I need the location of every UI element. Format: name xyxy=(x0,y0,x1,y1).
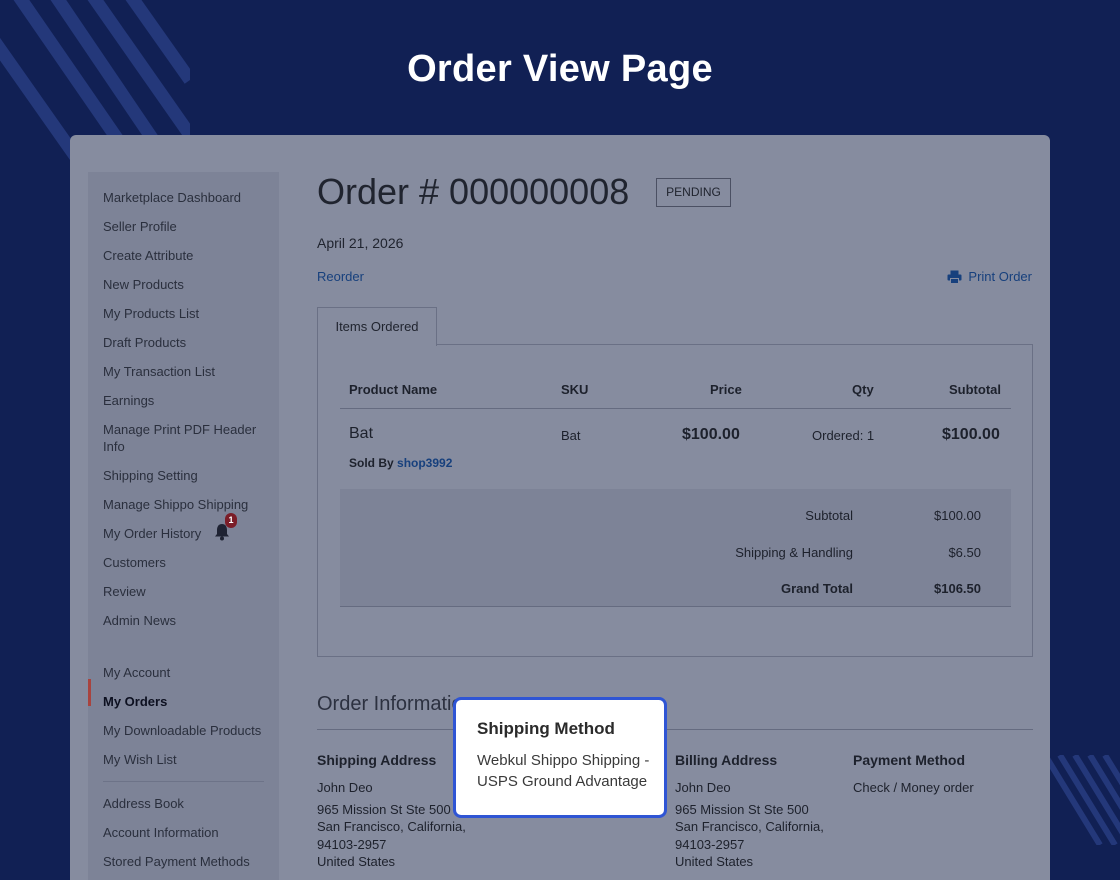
address-line: John Deo xyxy=(675,780,731,795)
address-line: 94103-2957 xyxy=(675,836,745,852)
shipping-handling-label: Shipping & Handling xyxy=(735,545,853,560)
sidebar-item-label: My Order History xyxy=(103,526,202,541)
billing-address-heading: Billing Address xyxy=(675,752,778,768)
product-sku: Bat xyxy=(561,428,581,443)
subtotal-value: $100.00 xyxy=(934,508,981,523)
sidebar-item-my-account[interactable]: My Account xyxy=(103,664,273,681)
status-badge: PENDING xyxy=(656,178,731,207)
product-price: $100.00 xyxy=(682,426,740,443)
sidebar-item-manage-shippo-shipping[interactable]: Manage Shippo Shipping xyxy=(103,496,273,513)
sidebar-item-seller-profile[interactable]: Seller Profile xyxy=(103,218,273,235)
address-line: United States xyxy=(317,854,396,869)
address-line: 965 Mission St Ste 500 xyxy=(317,801,451,817)
shipping-address: John Deo 965 Mission St Ste 500 San Fran… xyxy=(317,779,466,871)
banner-title: Order View Page xyxy=(407,48,713,90)
order-main: Order # 000000008 PENDING April 21, 2026… xyxy=(317,135,1037,880)
sidebar-item-customers[interactable]: Customers xyxy=(103,554,273,571)
sidebar-item-draft-products[interactable]: Draft Products xyxy=(103,334,273,351)
section-divider xyxy=(317,729,1033,730)
notification-badge: 1 xyxy=(225,513,237,528)
order-totals: Subtotal $100.00 Shipping & Handling $6.… xyxy=(340,489,1011,607)
sold-by-label: Sold By xyxy=(349,456,394,470)
product-subtotal: $100.00 xyxy=(942,426,1000,443)
shipping-method-callout: Shipping Method Webkul Shippo Shipping -… xyxy=(453,697,667,818)
sidebar-item-review[interactable]: Review xyxy=(103,583,273,600)
payment-method-heading: Payment Method xyxy=(853,752,966,768)
shipping-handling-value: $6.50 xyxy=(948,545,981,560)
address-line: John Deo xyxy=(317,780,373,795)
address-line: 965 Mission St Ste 500 xyxy=(675,801,809,817)
table-divider xyxy=(340,408,1011,409)
order-date: April 21, 2026 xyxy=(317,235,404,251)
address-line: San Francisco, California, xyxy=(675,819,824,834)
sidebar-item-my-transaction-list[interactable]: My Transaction List xyxy=(103,363,273,380)
sidebar-item-my-products-list[interactable]: My Products List xyxy=(103,305,273,322)
sidebar-item-address-book[interactable]: Address Book xyxy=(103,795,273,812)
decorative-stripes xyxy=(1042,755,1120,845)
column-header-price: Price xyxy=(710,382,742,397)
sidebar-item-my-order-history[interactable]: My Order History xyxy=(103,525,273,542)
sidebar-item-shipping-setting[interactable]: Shipping Setting xyxy=(103,467,273,484)
sidebar-item-my-wish-list[interactable]: My Wish List xyxy=(103,751,273,768)
account-sidebar: Marketplace Dashboard Seller Profile Cre… xyxy=(88,172,279,880)
column-header-product-name: Product Name xyxy=(349,382,438,397)
tab-items-ordered[interactable]: Items Ordered xyxy=(317,307,437,346)
subtotal-label: Subtotal xyxy=(805,508,853,523)
callout-text: Webkul Shippo Shipping - USPS Ground Adv… xyxy=(477,752,650,790)
sidebar-item-create-attribute[interactable]: Create Attribute xyxy=(103,247,273,264)
print-order-label: Print Order xyxy=(968,269,1032,284)
sidebar-item-my-downloadable-products[interactable]: My Downloadable Products xyxy=(103,722,273,739)
sidebar-divider xyxy=(103,781,264,782)
column-header-qty: Qty xyxy=(852,382,874,397)
payment-method-value: Check / Money order xyxy=(853,780,974,795)
grand-total-value: $106.50 xyxy=(934,581,981,596)
shipping-address-heading: Shipping Address xyxy=(317,752,437,768)
address-line: 94103-2957 xyxy=(317,836,387,852)
address-line: San Francisco, California, xyxy=(317,819,466,834)
column-header-subtotal: Subtotal xyxy=(949,382,1001,397)
items-ordered-panel: Product Name SKU Price Qty Subtotal Bat … xyxy=(317,344,1033,657)
sidebar-item-stored-payment-methods[interactable]: Stored Payment Methods xyxy=(103,853,273,870)
page-title: Order # 000000008 xyxy=(317,171,630,212)
address-line: United States xyxy=(675,854,754,869)
sidebar-item-account-information[interactable]: Account Information xyxy=(103,824,273,841)
print-order-link[interactable]: Print Order xyxy=(947,269,1032,284)
order-information-heading: Order Information xyxy=(317,693,474,715)
printer-icon xyxy=(947,270,962,284)
callout-title: Shipping Method xyxy=(477,719,615,738)
sidebar-item-manage-print-pdf-header-info[interactable]: Manage Print PDF Header Info xyxy=(103,421,263,455)
billing-address: John Deo 965 Mission St Ste 500 San Fran… xyxy=(675,779,824,871)
sidebar-item-earnings[interactable]: Earnings xyxy=(103,392,273,409)
reorder-link[interactable]: Reorder xyxy=(317,269,364,284)
sidebar-item-admin-news[interactable]: Admin News xyxy=(103,612,273,629)
product-name: Bat xyxy=(349,425,374,442)
grand-total-label: Grand Total xyxy=(781,581,853,596)
seller-link[interactable]: shop3992 xyxy=(397,456,452,470)
product-qty: Ordered: 1 xyxy=(812,428,875,443)
sidebar-item-marketplace-dashboard[interactable]: Marketplace Dashboard xyxy=(103,189,273,206)
sidebar-item-new-products[interactable]: New Products xyxy=(103,276,273,293)
column-header-sku: SKU xyxy=(561,382,589,397)
active-item-marker xyxy=(88,679,91,706)
sidebar-item-my-orders[interactable]: My Orders xyxy=(103,693,273,710)
